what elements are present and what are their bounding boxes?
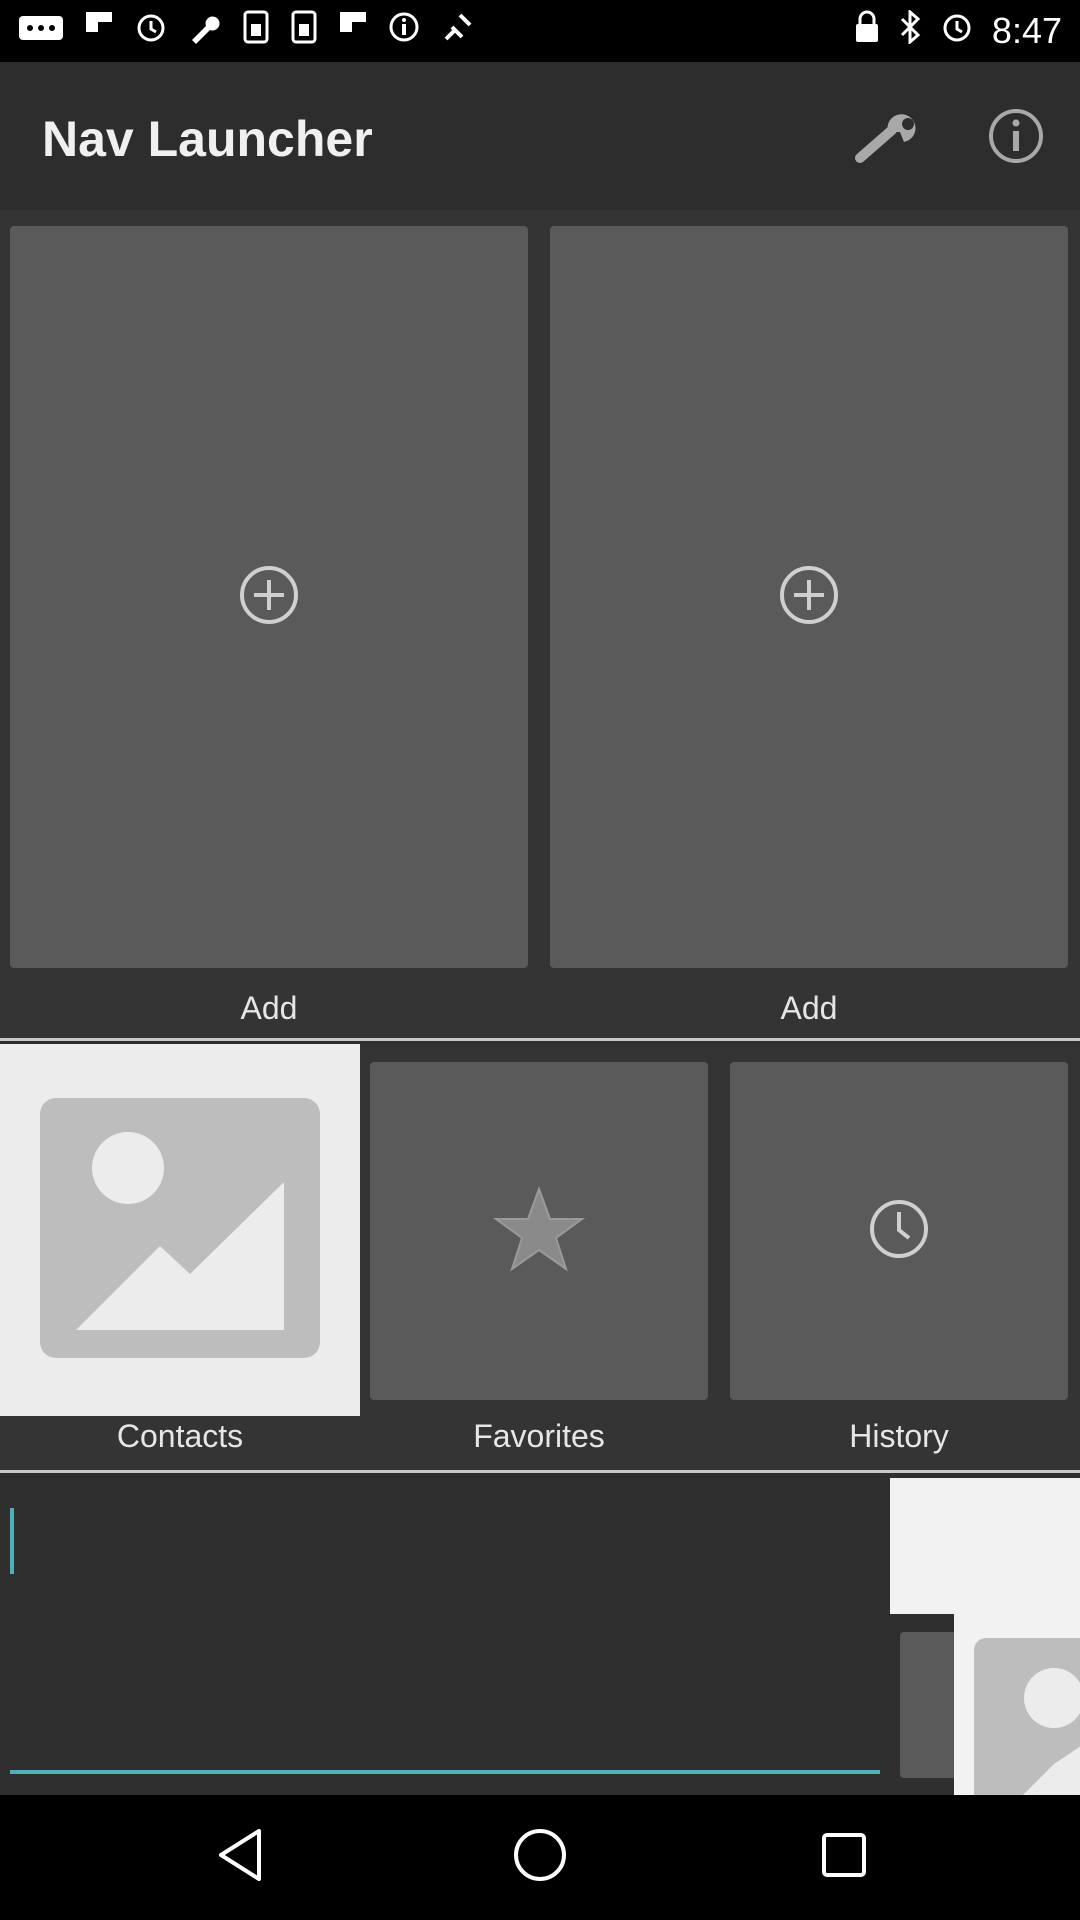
navigation-bar xyxy=(0,1795,1080,1920)
plus-circle-icon xyxy=(238,564,300,631)
back-icon xyxy=(215,1827,265,1888)
favorites-tile[interactable] xyxy=(370,1062,708,1400)
clock-icon xyxy=(868,1198,930,1265)
sim-icon xyxy=(290,10,318,52)
contacts-label: Contacts xyxy=(116,1418,244,1454)
status-bar: 8:47 xyxy=(0,0,1080,62)
wrench-icon xyxy=(188,10,222,52)
alarm-icon xyxy=(940,10,974,52)
recents-button[interactable] xyxy=(764,1795,924,1920)
more-icon xyxy=(18,13,64,50)
add-label-1: Add xyxy=(240,990,298,1026)
star-icon xyxy=(492,1185,586,1278)
flipboard-icon xyxy=(338,10,368,52)
add-tile-2[interactable] xyxy=(550,226,1068,968)
alarm-icon xyxy=(134,10,168,52)
favorites-grid: Add Add xyxy=(0,210,1080,1038)
divider xyxy=(0,1038,1080,1041)
image-placeholder-icon xyxy=(40,1097,320,1363)
sim-icon xyxy=(242,10,270,52)
app-bar: Nav Launcher xyxy=(0,62,1080,210)
bluetooth-icon xyxy=(898,8,922,52)
add-label-2: Add xyxy=(780,990,838,1026)
shortcuts-grid: Contacts Favorites History xyxy=(0,1044,1080,1472)
recents-icon xyxy=(820,1831,868,1884)
home-button[interactable] xyxy=(460,1795,620,1920)
home-icon xyxy=(512,1827,568,1888)
info-icon xyxy=(986,106,1046,171)
lock-icon xyxy=(854,10,880,52)
fake-gps-icon xyxy=(440,9,480,53)
add-tile-1[interactable] xyxy=(10,226,528,968)
flipboard-icon xyxy=(84,10,114,52)
status-left-icons xyxy=(18,10,480,52)
divider xyxy=(0,1470,1080,1473)
history-label: History xyxy=(849,1418,949,1454)
favorites-label: Favorites xyxy=(473,1418,605,1454)
plus-circle-icon xyxy=(778,564,840,631)
input-underline xyxy=(10,1770,880,1774)
back-button[interactable] xyxy=(160,1795,320,1920)
wrench-icon xyxy=(852,108,924,169)
app-title: Nav Launcher xyxy=(42,111,373,167)
text-cursor xyxy=(10,1508,14,1574)
info-icon xyxy=(388,11,420,51)
history-tile[interactable] xyxy=(730,1062,1068,1400)
floating-image-placeholder xyxy=(890,1478,1080,1614)
contacts-tile[interactable] xyxy=(0,1044,360,1416)
status-time: 8:47 xyxy=(991,10,1062,51)
info-button[interactable] xyxy=(980,102,1052,174)
settings-button[interactable] xyxy=(852,102,924,174)
search-input[interactable] xyxy=(0,1476,890,1792)
status-right: 8:47 xyxy=(854,8,1062,52)
